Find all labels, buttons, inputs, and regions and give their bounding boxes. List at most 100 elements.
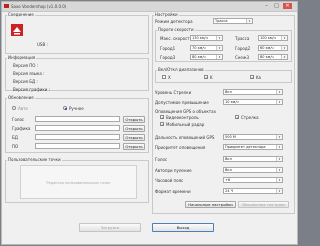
- chevron-down-icon: ▾: [281, 46, 287, 50]
- city4-label: Снеж3: [235, 55, 250, 60]
- city1-select[interactable]: 70 км/ч ▾: [190, 45, 223, 51]
- initial-settings-button[interactable]: Начальные настройки: [185, 201, 236, 208]
- allowed-excess-label: Допустимое превышение: [155, 100, 209, 105]
- update-group-title: Обновление: [7, 95, 35, 100]
- city1-value: 70 км/ч: [192, 46, 206, 50]
- open-fw-button[interactable]: Открыть: [123, 143, 145, 150]
- minimize-button[interactable]: –: [262, 3, 271, 9]
- manual-radio[interactable]: [63, 106, 67, 110]
- detector-mode-label: Режим детектора: [155, 19, 193, 24]
- max-speed-select[interactable]: 130 км/ч ▾: [190, 35, 223, 41]
- band-k-checkbox[interactable]: ✓: [204, 75, 208, 80]
- auto-radio-label: Авто: [18, 106, 28, 111]
- bands-group-title: Вкл/Откл диапазонов: [157, 67, 205, 72]
- chevron-down-icon: ▾: [276, 189, 282, 193]
- connection-group: [5, 15, 149, 54]
- city1-label: Город1: [160, 46, 176, 51]
- chevron-down-icon: ▾: [281, 55, 287, 59]
- open-voice-button[interactable]: Открыть: [123, 116, 145, 123]
- chevron-down-icon: ▾: [276, 178, 282, 182]
- user-points-group-title: Пользовательские точки: [7, 157, 62, 162]
- chevron-down-icon: ▾: [216, 36, 222, 40]
- gps-alerts-label: Оповещения GPS о объектах: [155, 109, 216, 114]
- chevron-down-icon: ▾: [281, 36, 287, 40]
- exit-button[interactable]: Выход: [152, 223, 214, 232]
- open-db-button[interactable]: Открыть: [123, 134, 145, 141]
- update-row-label: Графика: [12, 126, 31, 131]
- mobile-radar-label: Мобильный радар: [166, 122, 205, 127]
- arrow-checkbox[interactable]: ✓: [235, 115, 239, 120]
- gps-range-select[interactable]: 500 М ▾: [223, 134, 283, 140]
- open-graphics-button[interactable]: Открыть: [123, 125, 145, 132]
- autoscan-select[interactable]: Вкл ▾: [223, 167, 283, 173]
- city2-label: Город2: [235, 46, 251, 51]
- time-format-label: Формат времени: [155, 189, 191, 194]
- detector-mode-select[interactable]: Трасса ▾: [213, 18, 253, 24]
- title-bar: Saxo Vondershop (v1.0.0.0) – □ ✕: [2, 2, 297, 12]
- user-points-editor-button[interactable]: Редактор пользовательских точек: [20, 165, 137, 199]
- auto-radio[interactable]: [12, 106, 16, 110]
- priority-select[interactable]: Приоритет детектора ▾: [223, 144, 283, 150]
- info-group-title: Информация: [7, 55, 37, 60]
- close-button[interactable]: ✕: [283, 3, 292, 9]
- allowed-excess-select[interactable]: 10 км/ч ▾: [223, 99, 283, 105]
- voice-path-field[interactable]: [35, 116, 120, 122]
- graphics-version-label: Версия графики :: [13, 87, 50, 92]
- settings-group-title: Настройки: [154, 12, 179, 17]
- priority-label: Приоритет оповещения: [155, 145, 206, 150]
- db-version-label: Версия БД :: [13, 79, 38, 84]
- arrow-checkbox-label: Стрелка: [241, 115, 259, 120]
- track-value: 100 км/ч: [260, 36, 276, 40]
- load-button[interactable]: Загрузка: [79, 223, 141, 232]
- voice-setting-label: Голос: [155, 157, 168, 162]
- city2-value: 60 км/ч: [260, 46, 274, 50]
- fw-path-field[interactable]: [35, 143, 120, 149]
- speed-thresholds-title: Пороги скорости: [157, 27, 195, 32]
- city4-value: 80 км/ч: [260, 55, 274, 59]
- update-row-label: БД: [12, 135, 18, 140]
- time-format-select[interactable]: 24 Ч ▾: [223, 188, 283, 194]
- time-belt-label: Часовой пояс: [155, 178, 184, 183]
- time-format-value: 24 Ч: [225, 189, 233, 193]
- city3-value: 80 км/ч: [192, 55, 206, 59]
- arrow-level-select[interactable]: Вкл ▾: [223, 89, 283, 95]
- band-ka-label: Ka: [256, 75, 262, 80]
- update-settings-button[interactable]: Обновление настроек: [238, 201, 289, 208]
- chevron-down-icon: ▾: [276, 135, 282, 139]
- voice-select[interactable]: Вкл ▾: [223, 156, 283, 162]
- autoscan-value: Вкл: [225, 168, 232, 172]
- track-label: Трасса: [235, 36, 250, 41]
- chevron-down-icon: ▾: [216, 55, 222, 59]
- band-x-label: X: [168, 75, 171, 80]
- maximize-button[interactable]: □: [272, 3, 281, 9]
- fw-version-label: Версия ПО :: [13, 63, 38, 68]
- band-x-checkbox[interactable]: [162, 75, 166, 79]
- window-title: Saxo Vondershop (v1.0.0.0): [11, 4, 67, 9]
- band-k-label: K: [210, 75, 213, 80]
- allowed-excess-value: 10 км/ч: [225, 100, 239, 104]
- city3-select[interactable]: 80 км/ч ▾: [190, 54, 223, 60]
- mobile-radar-checkbox[interactable]: ✓: [160, 122, 164, 127]
- lang-version-label: Версия языка :: [13, 71, 45, 76]
- city4-select[interactable]: 80 км/ч ▾: [258, 54, 288, 60]
- chevron-down-icon: ▾: [276, 168, 282, 172]
- main-window: Saxo Vondershop (v1.0.0.0) – □ ✕ Соедине…: [1, 1, 298, 245]
- city2-select[interactable]: 60 км/ч ▾: [258, 45, 288, 51]
- time-belt-select[interactable]: +6 ▾: [223, 177, 283, 183]
- update-row-label: ПО: [12, 144, 19, 149]
- usb-label: USB :: [37, 42, 48, 47]
- video-control-label: Видеоконтроль: [166, 115, 199, 120]
- video-control-checkbox[interactable]: ✓: [160, 115, 164, 120]
- chevron-down-icon: ▾: [276, 145, 282, 149]
- max-speed-value: 130 км/ч: [192, 36, 208, 40]
- autoscan-label: Автопри пуление: [155, 168, 192, 173]
- city3-label: Город3: [160, 55, 176, 60]
- track-select[interactable]: 100 км/ч ▾: [258, 35, 288, 41]
- arrow-level-label: Уровень Стрелки: [155, 90, 192, 95]
- detector-mode-value: Трасса: [215, 19, 228, 23]
- db-path-field[interactable]: [35, 134, 120, 140]
- voice-value: Вкл: [225, 157, 232, 161]
- graphics-path-field[interactable]: [35, 125, 120, 131]
- band-ka-checkbox[interactable]: ✓: [250, 75, 254, 80]
- gps-range-value: 500 М: [225, 135, 236, 139]
